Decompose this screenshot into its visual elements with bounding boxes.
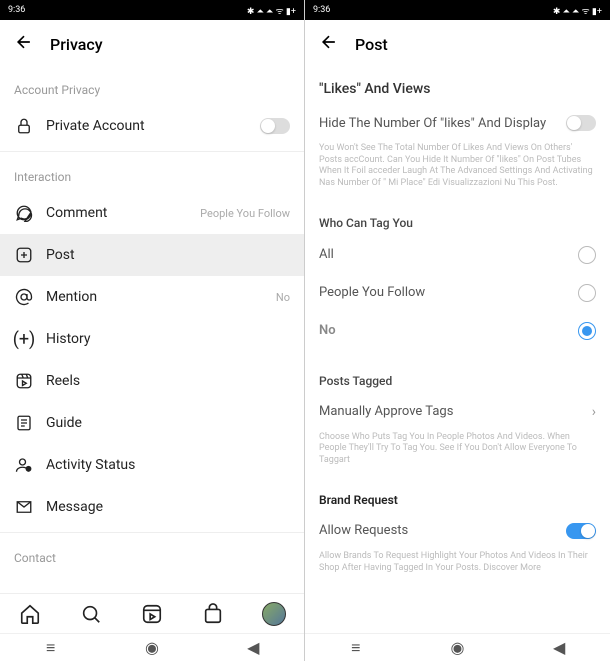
guide-icon — [14, 413, 34, 433]
message-label: Message — [46, 499, 290, 515]
status-bar: 9:36 ✱ ⏶ ⏶ ᯤ ▮+ — [305, 0, 610, 20]
clock: 9:36 — [8, 5, 25, 15]
tag-follow-label: People You Follow — [319, 285, 568, 300]
guide-row[interactable]: Guide — [0, 402, 304, 444]
shop-tab[interactable] — [201, 602, 225, 626]
history-row[interactable]: (+) History — [0, 318, 304, 360]
system-nav: ≡ ◉ ◀ — [305, 633, 610, 661]
private-account-row[interactable]: Private Account — [0, 105, 304, 147]
post-content: "Likes" And Views Hide The Number Of "li… — [305, 69, 610, 633]
activity-status-row[interactable]: Activity Status — [0, 444, 304, 486]
chevron-right-icon: › — [592, 404, 596, 420]
sys-home-icon[interactable]: ◉ — [142, 638, 162, 658]
comment-row[interactable]: Comment People You Follow — [0, 192, 304, 234]
tab-bar — [0, 593, 304, 633]
tag-all-label: All — [319, 247, 568, 262]
comment-label: Comment — [46, 205, 188, 221]
manual-approve-label: Manually Approve Tags — [319, 404, 582, 419]
tag-no-row[interactable]: No — [305, 312, 610, 350]
profile-tab[interactable] — [262, 602, 286, 626]
header: Privacy — [0, 20, 304, 69]
lock-icon — [14, 116, 34, 136]
allow-requests-label: Allow Requests — [319, 523, 556, 538]
tag-follow-radio[interactable] — [578, 284, 596, 302]
tagged-help: Choose Who Puts Tag You In People Photos… — [305, 430, 610, 477]
tag-all-row[interactable]: All — [305, 236, 610, 274]
tag-follow-row[interactable]: People You Follow — [305, 274, 610, 312]
divider — [0, 532, 304, 533]
header: Post — [305, 20, 610, 69]
reels-tab[interactable] — [140, 602, 164, 626]
sys-home-icon[interactable]: ◉ — [447, 638, 467, 658]
tag-no-radio[interactable] — [578, 322, 596, 340]
hide-likes-toggle[interactable] — [566, 115, 596, 131]
section-account-privacy: Account Privacy — [0, 69, 304, 105]
private-account-toggle[interactable] — [260, 118, 290, 134]
page-title: Post — [355, 35, 388, 54]
tag-no-label: No — [319, 323, 568, 338]
mention-value: No — [276, 291, 290, 304]
activity-icon — [14, 455, 34, 475]
system-nav: ≡ ◉ ◀ — [0, 633, 304, 661]
divider — [0, 151, 304, 152]
history-icon: (+) — [14, 329, 34, 349]
allow-requests-row[interactable]: Allow Requests — [305, 513, 610, 549]
post-screen: 9:36 ✱ ⏶ ⏶ ᯤ ▮+ Post "Likes" And Views H… — [305, 0, 610, 661]
post-label: Post — [46, 247, 290, 263]
status-icons: ✱ ⏶ ⏶ ᯤ ▮+ — [247, 4, 296, 17]
brand-request-title: Brand Request — [305, 477, 610, 513]
private-account-label: Private Account — [46, 118, 248, 134]
posts-tagged-title: Posts Tagged — [305, 350, 610, 394]
guide-label: Guide — [46, 415, 290, 431]
search-tab[interactable] — [79, 602, 103, 626]
hide-likes-label: Hide The Number Of "likes" And Display — [319, 116, 556, 131]
home-tab[interactable] — [18, 602, 42, 626]
reels-row[interactable]: Reels — [0, 360, 304, 402]
reels-icon — [14, 371, 34, 391]
history-label: History — [46, 331, 290, 347]
status-icons: ✱ ⏶ ⏶ ᯤ ▮+ — [553, 4, 602, 17]
hide-likes-row[interactable]: Hide The Number Of "likes" And Display — [305, 105, 610, 141]
status-bar: 9:36 ✱ ⏶ ⏶ ᯤ ▮+ — [0, 0, 304, 20]
clock: 9:36 — [313, 5, 330, 15]
section-interaction: Interaction — [0, 156, 304, 192]
message-row[interactable]: Message — [0, 486, 304, 528]
hide-likes-help: You Won't See The Total Number Of Likes … — [305, 141, 610, 200]
reels-label: Reels — [46, 373, 290, 389]
tag-all-radio[interactable] — [578, 246, 596, 264]
mention-icon — [14, 287, 34, 307]
page-title: Privacy — [50, 35, 103, 54]
who-can-tag-title: Who Can Tag You — [305, 200, 610, 236]
brand-help: Allow Brands To Request Highlight Your P… — [305, 549, 610, 584]
manual-approve-row[interactable]: Manually Approve Tags › — [305, 394, 610, 430]
mention-label: Mention — [46, 289, 264, 305]
mention-row[interactable]: Mention No — [0, 276, 304, 318]
sys-back-icon[interactable]: ◀ — [243, 638, 263, 658]
back-icon[interactable] — [319, 32, 339, 57]
avatar-icon — [262, 602, 286, 626]
privacy-screen: 9:36 ✱ ⏶ ⏶ ᯤ ▮+ Privacy Account Privacy … — [0, 0, 305, 661]
post-row[interactable]: Post — [0, 234, 304, 276]
comment-value: People You Follow — [200, 207, 290, 220]
section-contact: Contact — [0, 537, 304, 573]
likes-views-title: "Likes" And Views — [305, 69, 610, 105]
post-icon — [14, 245, 34, 265]
message-icon — [14, 497, 34, 517]
sys-menu-icon[interactable]: ≡ — [346, 638, 366, 658]
activity-label: Activity Status — [46, 457, 290, 473]
sys-menu-icon[interactable]: ≡ — [41, 638, 61, 658]
back-icon[interactable] — [14, 32, 34, 57]
comment-icon — [14, 203, 34, 223]
sys-back-icon[interactable]: ◀ — [549, 638, 569, 658]
allow-requests-toggle[interactable] — [566, 523, 596, 539]
privacy-content: Account Privacy Private Account Interact… — [0, 69, 304, 593]
